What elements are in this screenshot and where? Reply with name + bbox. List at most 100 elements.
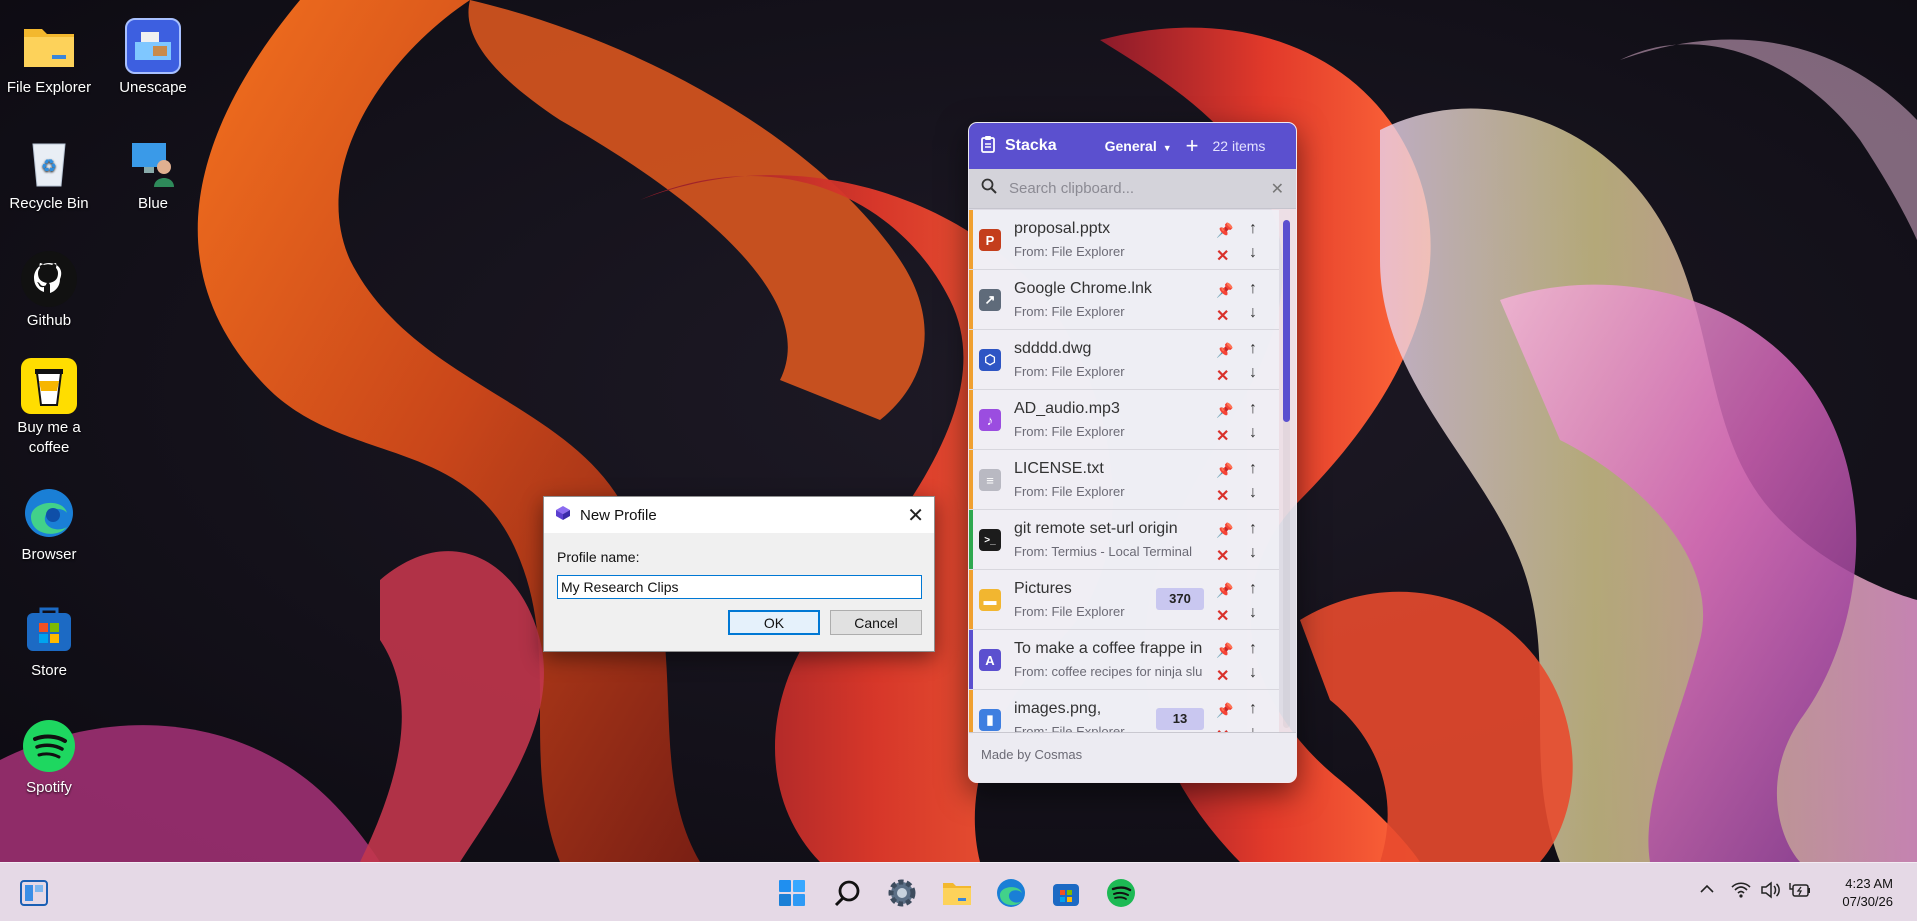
clip-stripe (969, 450, 973, 509)
battery-icon[interactable] (1789, 881, 1811, 904)
pin-icon[interactable]: 📌 (1216, 402, 1233, 419)
move-up-icon[interactable]: ↑ (1249, 220, 1257, 238)
volume-icon[interactable] (1760, 881, 1780, 904)
desktop-icon-file-explorer[interactable]: File Explorer (1, 18, 97, 98)
chevron-up-icon[interactable] (1700, 881, 1714, 899)
delete-icon[interactable]: ✕ (1216, 426, 1229, 446)
file-type-icon: ⬡ (979, 349, 1001, 371)
move-up-icon[interactable]: ↑ (1249, 280, 1257, 298)
clock[interactable]: 4:23 AM 07/30/26 (1842, 875, 1893, 911)
move-up-icon[interactable]: ↑ (1249, 340, 1257, 358)
move-up-icon[interactable]: ↑ (1249, 640, 1257, 658)
unescape-app-icon (125, 18, 181, 74)
clip-item[interactable]: ▬ Pictures From: File Explorer 370 📌 ✕ ↑ ↓ (969, 570, 1279, 630)
move-down-icon[interactable]: ↓ (1249, 424, 1257, 442)
desktop-icon-unescape[interactable]: Unescape (105, 18, 201, 98)
windows-start-icon[interactable] (774, 875, 810, 911)
scrollbar-thumb[interactable] (1283, 220, 1290, 422)
profile-selector[interactable]: General ▼ (1105, 138, 1172, 154)
move-down-icon[interactable]: ↓ (1249, 544, 1257, 562)
clip-item[interactable]: ⬡ sdddd.dwg From: File Explorer 📌 ✕ ↑ ↓ (969, 330, 1279, 390)
delete-icon[interactable]: ✕ (1216, 486, 1229, 506)
scrollbar[interactable] (1283, 220, 1290, 728)
clip-source: From: File Explorer (1014, 244, 1125, 259)
desktop-icon-store[interactable]: Store (1, 601, 97, 681)
desktop-icon-github[interactable]: Github (1, 251, 97, 331)
clip-item[interactable]: A To make a coffee frappe in From: coffee … (969, 630, 1279, 690)
pin-icon[interactable]: 📌 (1216, 462, 1233, 479)
profile-name-label: Profile name: (557, 549, 640, 565)
edge-icon[interactable] (993, 875, 1029, 911)
clock-date: 07/30/26 (1842, 894, 1893, 909)
search-input[interactable] (1009, 180, 1271, 197)
clip-source: From: coffee recipes for ninja slu (1014, 664, 1203, 679)
move-down-icon[interactable]: ↓ (1249, 604, 1257, 622)
cancel-button[interactable]: Cancel (830, 610, 922, 635)
clip-item[interactable]: Pproposal.pptx From: File Explorer 📌 ✕ ↑ ↓ (969, 210, 1279, 270)
move-up-icon[interactable]: ↑ (1249, 580, 1257, 598)
wifi-icon[interactable] (1731, 881, 1751, 904)
clip-stripe (969, 690, 973, 734)
pin-icon[interactable]: 📌 (1216, 522, 1233, 539)
delete-icon[interactable]: ✕ (1216, 246, 1229, 266)
delete-icon[interactable]: ✕ (1216, 666, 1229, 686)
chevron-down-icon: ▼ (1162, 143, 1172, 153)
search-icon[interactable] (830, 875, 866, 911)
move-down-icon[interactable]: ↓ (1249, 304, 1257, 322)
delete-icon[interactable]: ✕ (1216, 306, 1229, 326)
desktop-icon-label: Blue (137, 195, 169, 212)
edge-browser-icon (21, 485, 77, 541)
delete-icon[interactable]: ✕ (1216, 546, 1229, 566)
clear-search-icon[interactable]: ✕ (1271, 179, 1284, 199)
pin-icon[interactable]: 📌 (1216, 222, 1233, 239)
add-profile-button[interactable]: + (1186, 135, 1199, 157)
clip-source: From: File Explorer (1014, 364, 1125, 379)
desktop-icon-blue[interactable]: Blue (105, 134, 201, 214)
profile-name-input[interactable] (557, 575, 922, 599)
desktop-icon-browser[interactable]: Browser (1, 485, 97, 565)
close-icon[interactable]: ✕ (907, 503, 924, 528)
settings-icon[interactable] (884, 875, 920, 911)
move-down-icon[interactable]: ↓ (1249, 664, 1257, 682)
move-down-icon[interactable]: ↓ (1249, 244, 1257, 262)
desktop-icon-label: Unescape (119, 79, 187, 96)
file-explorer-icon[interactable] (939, 875, 975, 911)
move-down-icon[interactable]: ↓ (1249, 364, 1257, 382)
pin-icon[interactable]: 📌 (1216, 342, 1233, 359)
store-icon[interactable] (1048, 875, 1084, 911)
taskbar: 4:23 AM 07/30/26 (0, 862, 1917, 921)
desktop-icon-recycle-bin[interactable]: ♻ Recycle Bin (1, 134, 97, 214)
desktop-icon-spotify[interactable]: Spotify (1, 718, 97, 798)
count-badge: 370 (1156, 588, 1204, 610)
clip-item[interactable]: ▮images.png,From: File Explorer13📌✕↑↓ (969, 690, 1279, 734)
delete-icon[interactable]: ✕ (1216, 606, 1229, 626)
clip-item[interactable]: >_ git remote set-url origin From: Termius… (969, 510, 1279, 570)
delete-icon[interactable]: ✕ (1216, 366, 1229, 386)
file-type-icon: ↗ (979, 289, 1001, 311)
pin-icon[interactable]: 📌 (1216, 702, 1233, 719)
clip-title: Google Chrome.lnk (1014, 280, 1152, 297)
item-count: 22 items (1212, 138, 1266, 154)
move-up-icon[interactable]: ↑ (1249, 460, 1257, 478)
pin-icon[interactable]: 📌 (1216, 282, 1233, 299)
pin-icon[interactable]: 📌 (1216, 582, 1233, 599)
clip-source: From: File Explorer (1014, 304, 1125, 319)
move-up-icon[interactable]: ↑ (1249, 700, 1257, 718)
move-up-icon[interactable]: ↑ (1249, 520, 1257, 538)
clip-item[interactable]: ≡ LICENSE.txt From: File Explorer 📌 ✕ ↑ ↓ (969, 450, 1279, 510)
spotify-icon[interactable] (1103, 875, 1139, 911)
folder-icon (21, 18, 77, 74)
desktop-icon-buy-me-a-coffee[interactable]: Buy me a coffee (1, 358, 97, 458)
move-down-icon[interactable]: ↓ (1249, 484, 1257, 502)
clip-item[interactable]: ↗ Google Chrome.lnk From: File Explorer 📌 ✕ ↑… (969, 270, 1279, 330)
desktop-icon-label: Recycle Bin (9, 195, 89, 212)
pin-icon[interactable]: 📌 (1216, 642, 1233, 659)
clip-title: sdddd.dwg (1014, 340, 1092, 357)
move-up-icon[interactable]: ↑ (1249, 400, 1257, 418)
clip-title: AD_audio.mp3 (1014, 400, 1120, 417)
widgets-icon[interactable] (16, 875, 52, 911)
clip-item[interactable]: ♪ AD_audio.mp3 From: File Explorer 📌 ✕ ↑ ↓ (969, 390, 1279, 450)
recycle-bin-icon: ♻ (21, 134, 77, 190)
ok-button[interactable]: OK (728, 610, 820, 635)
clip-title: git remote set-url origin (1014, 520, 1178, 537)
